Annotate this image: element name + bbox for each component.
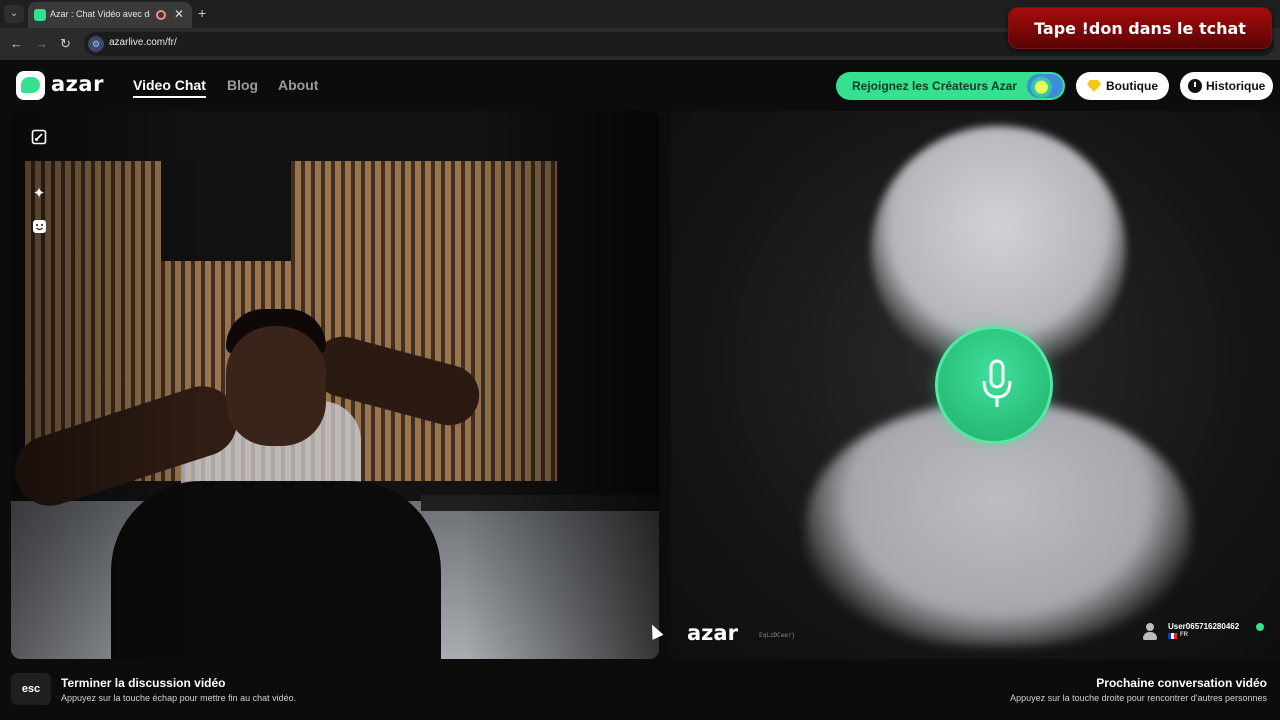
logo-text[interactable]: azar xyxy=(51,72,104,96)
favicon-icon xyxy=(34,9,46,21)
nav-blog[interactable]: Blog xyxy=(227,77,258,93)
france-flag-icon xyxy=(1168,633,1177,639)
history-button[interactable]: Historique xyxy=(1180,72,1273,100)
recording-icon xyxy=(156,10,166,20)
forward-icon[interactable]: → xyxy=(35,36,48,51)
microphone-button[interactable] xyxy=(935,326,1053,444)
close-tab-icon[interactable]: ✕ xyxy=(174,7,184,21)
site-header: azar Video Chat Blog About Rejoignez les… xyxy=(0,60,1280,112)
remote-user-info[interactable]: User065716280462 FR xyxy=(1143,621,1264,645)
remote-logo-text: azar xyxy=(687,621,738,645)
esc-key-button[interactable]: esc xyxy=(11,673,51,705)
local-video: ✦ xyxy=(11,111,659,659)
remote-video: azar EqLzDCeerj User065716280462 FR xyxy=(671,111,1280,659)
nav-about[interactable]: About xyxy=(278,77,318,93)
tab-list-icon[interactable]: ⌄ xyxy=(4,5,24,23)
next-chat-title: Prochaine conversation vidéo xyxy=(1096,676,1267,690)
remote-user-name: User065716280462 xyxy=(1168,622,1240,631)
video-shading xyxy=(11,111,659,659)
remote-id-text: EqLzDCeerj xyxy=(759,632,796,639)
sparkle-effects-icon[interactable]: ✦ xyxy=(28,183,50,205)
back-icon[interactable]: ← xyxy=(10,36,23,51)
new-tab-button[interactable]: + xyxy=(198,5,206,21)
shop-label: Boutique xyxy=(1106,79,1158,93)
clock-icon xyxy=(1188,79,1202,93)
gem-icon xyxy=(1087,80,1101,92)
tab-title: Azar : Chat Vidéo avec de n xyxy=(50,9,150,19)
user-avatar-icon xyxy=(1143,623,1157,641)
microphone-icon xyxy=(982,359,1012,407)
site-info-icon[interactable]: ⚙ xyxy=(88,36,104,52)
join-creators-label: Rejoignez les Créateurs Azar xyxy=(852,79,1017,93)
reload-icon[interactable]: ↻ xyxy=(60,36,71,52)
end-chat-title: Terminer la discussion vidéo xyxy=(61,676,226,690)
end-chat-hint: Appuyez sur la touche échap pour mettre … xyxy=(61,693,297,703)
azar-logo-icon[interactable] xyxy=(16,71,45,100)
stream-overlay-banner: Tape !don dans le tchat xyxy=(1008,7,1272,49)
join-creators-button[interactable]: Rejoignez les Créateurs Azar xyxy=(836,72,1065,100)
next-chat-hint: Appuyez sur la touche droite pour rencon… xyxy=(1010,693,1267,703)
shop-button[interactable]: Boutique xyxy=(1076,72,1169,100)
history-label: Historique xyxy=(1206,79,1266,93)
nav-video-chat[interactable]: Video Chat xyxy=(133,77,206,98)
url-text: azarlive.com/fr/ xyxy=(109,37,177,48)
remote-country: FR xyxy=(1180,632,1188,638)
browser-tab[interactable]: Azar : Chat Vidéo avec de n ✕ xyxy=(28,2,192,28)
emoji-icon[interactable] xyxy=(28,219,50,241)
minimize-icon[interactable] xyxy=(28,129,50,151)
keyboard-hints-footer: esc Terminer la discussion vidéo Appuyez… xyxy=(0,660,1280,720)
online-status-icon xyxy=(1256,623,1264,631)
creators-badge-icon xyxy=(1027,74,1063,98)
overlay-text: Tape !don dans le tchat xyxy=(1034,19,1246,38)
